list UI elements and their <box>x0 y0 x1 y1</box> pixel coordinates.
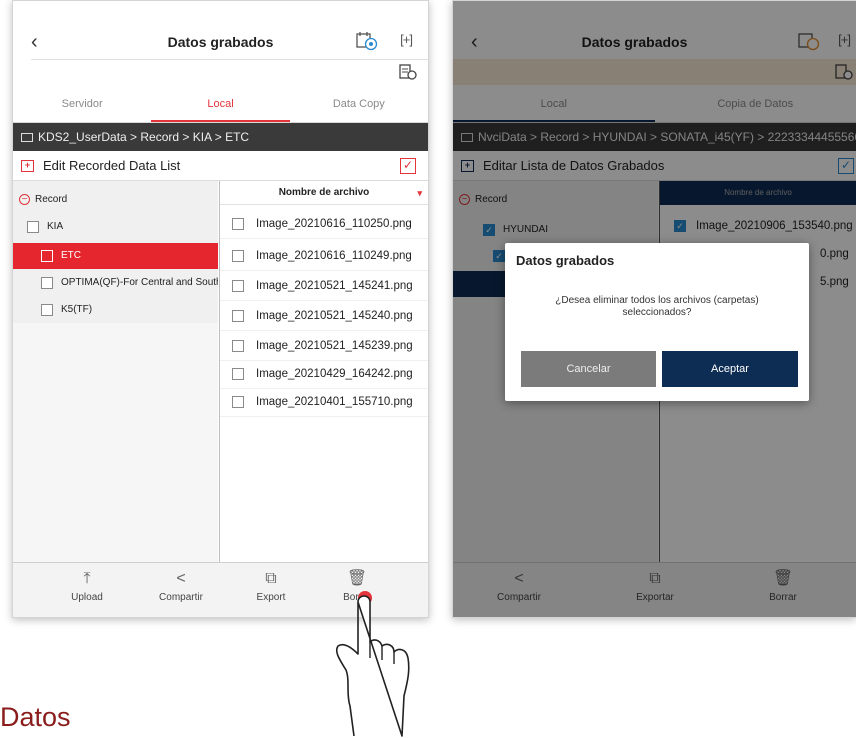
file-row[interactable]: Image_20210429_164242.png <box>220 359 428 389</box>
checkbox[interactable] <box>41 277 53 289</box>
tree-item-label: ETC <box>61 250 81 261</box>
file-name: Image_20210616_110250.png <box>256 218 412 230</box>
file-row[interactable]: Image_20210521_145240.png <box>220 301 428 331</box>
edit-list-icon[interactable]: + <box>21 160 34 172</box>
tree-item-optima[interactable]: OPTIMA(QF)-For Central and South America <box>13 270 218 296</box>
column-header-label: Nombre de archivo <box>278 187 370 198</box>
share-icon: < <box>176 570 186 587</box>
upload-icon: ⤒ <box>83 570 91 587</box>
file-row[interactable]: Image_20210616_110250.png <box>220 209 428 239</box>
collapse-icon[interactable]: − <box>19 194 30 205</box>
upload-label: Upload <box>71 592 103 603</box>
file-column-header[interactable]: Nombre de archivo ▾ <box>220 181 428 205</box>
upload-button[interactable]: ⤒ Upload <box>47 563 127 603</box>
tree-item-k5[interactable]: K5(TF) <box>13 297 218 323</box>
tab-data-copy[interactable]: Data Copy <box>290 85 428 122</box>
divider <box>31 59 428 60</box>
checkbox[interactable] <box>232 340 244 352</box>
checkbox[interactable] <box>232 250 244 262</box>
file-row[interactable]: Image_20210521_145241.png <box>220 271 428 301</box>
checkbox[interactable] <box>232 310 244 322</box>
checkbox[interactable] <box>232 368 244 380</box>
select-all-checkbox[interactable]: ✓ <box>400 158 416 174</box>
tree-empty-area <box>13 323 218 562</box>
file-name: Image_20210521_145241.png <box>256 280 413 292</box>
file-name: Image_20210616_110249.png <box>256 250 412 262</box>
export-icon: ⧉ <box>265 570 277 587</box>
tree-item-label: Record <box>35 194 68 205</box>
cancel-button[interactable]: Cancelar <box>521 351 656 387</box>
tab-servidor[interactable]: Servidor <box>13 85 151 122</box>
checkbox[interactable] <box>41 250 53 262</box>
calendar-sync-icon[interactable] <box>356 31 378 51</box>
tree-item-record[interactable]: − Record <box>13 187 218 213</box>
expand-icon[interactable]: [+] <box>400 32 413 47</box>
dialog-message-line2: seleccionados? <box>622 307 692 318</box>
hand-pointer-icon <box>335 591 410 737</box>
tree-item-etc[interactable]: ETC <box>13 243 218 269</box>
dialog-title: Datos grabados <box>516 253 615 268</box>
dialog-message: ¿Desea eliminar todos los archivos (carp… <box>525 295 789 319</box>
accept-button[interactable]: Aceptar <box>662 351 798 387</box>
share-label: Compartir <box>159 592 203 603</box>
file-row[interactable]: Image_20210521_145239.png <box>220 331 428 361</box>
file-row[interactable]: Image_20210616_110249.png <box>220 241 428 271</box>
export-button[interactable]: ⧉ Export <box>231 563 311 603</box>
checkbox[interactable] <box>232 280 244 292</box>
tree-item-label: OPTIMA(QF)-For Central and South America <box>61 277 218 288</box>
file-list: Nombre de archivo ▾ Image_20210616_11025… <box>219 181 428 562</box>
export-label: Export <box>256 592 286 603</box>
confirm-delete-dialog: Datos grabados ¿Desea eliminar todos los… <box>505 243 809 401</box>
dialog-message-line1: ¿Desea eliminar todos los archivos (carp… <box>555 295 759 306</box>
file-name: Image_20210521_145240.png <box>256 310 413 322</box>
tutorial-page: ‹ Datos grabados [+] Servidor Local Data… <box>0 0 856 738</box>
folder-icon <box>21 133 33 142</box>
checkbox[interactable] <box>232 396 244 408</box>
top-bar: ‹ Datos grabados [+] <box>13 1 428 85</box>
checkbox[interactable] <box>232 218 244 230</box>
edit-list-label: Edit Recorded Data List <box>43 158 181 173</box>
left-screen: ‹ Datos grabados [+] Servidor Local Data… <box>12 0 429 618</box>
car-file-icon[interactable] <box>398 63 418 81</box>
breadcrumb: KDS2_UserData > Record > KIA > ETC <box>13 123 428 151</box>
file-row[interactable]: Image_20210401_155710.png <box>220 387 428 417</box>
edit-bar: + Edit Recorded Data List ✓ <box>13 151 428 181</box>
file-name: Image_20210521_145239.png <box>256 340 413 352</box>
checkbox[interactable] <box>27 221 39 233</box>
sort-icon[interactable]: ▾ <box>417 181 422 205</box>
tree-item-kia[interactable]: KIA <box>13 214 218 240</box>
breadcrumb-path: KDS2_UserData > Record > KIA > ETC <box>38 130 250 144</box>
share-button[interactable]: < Compartir <box>141 563 221 603</box>
tab-bar: Servidor Local Data Copy <box>13 85 428 123</box>
checkbox[interactable] <box>41 304 53 316</box>
folder-tree: − Record KIA ETC OPTIMA(QF)-For Central … <box>13 181 218 562</box>
tree-item-label: KIA <box>47 221 64 232</box>
section-heading: Datos <box>0 702 71 732</box>
tree-item-label: K5(TF) <box>61 304 93 315</box>
file-name: Image_20210429_164242.png <box>256 368 413 380</box>
file-name: Image_20210401_155710.png <box>256 396 413 408</box>
tab-local[interactable]: Local <box>151 85 290 122</box>
right-screen: ‹ Datos grabados [+] Local Copia de Dato… <box>452 0 856 618</box>
